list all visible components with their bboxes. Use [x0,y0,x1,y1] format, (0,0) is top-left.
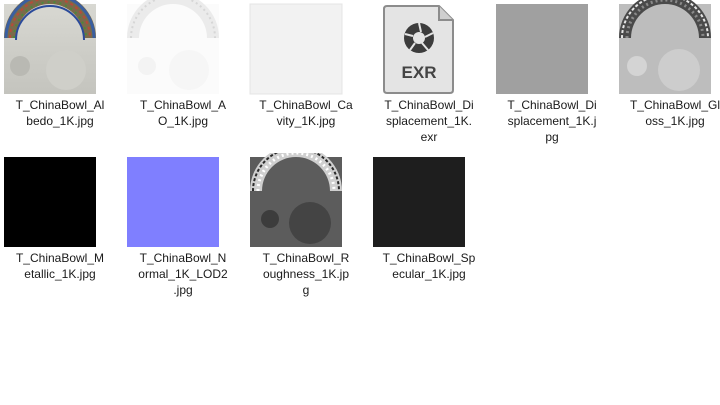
file-name: T_ChinaBowl_Di splacement_1K. exr [384,98,474,144]
file-name: T_ChinaBowl_N ormal_1K_LOD2 .jpg [138,251,228,297]
thumbnail-displacement [492,0,612,95]
thumbnail-albedo [0,0,120,95]
thumbnail-specular [369,153,489,248]
exr-file-icon: EXR [369,0,489,95]
thumbnail-normal [123,153,243,248]
thumbnail-metallic [0,153,120,248]
thumbnail-gloss [615,0,720,95]
thumbnail-roughness [246,153,366,248]
file-name: T_ChinaBowl_Sp ecular_1K.jpg [382,251,476,281]
file-name: T_ChinaBowl_Ca vity_1K.jpg [259,98,353,128]
exr-icon-label: EXR [402,63,437,82]
thumbnail-cavity [246,0,366,95]
file-explorer-pane: T_ChinaBowl_Al bedo_1K.jpg T_ChinaBowl_A… [0,0,720,405]
file-name: T_ChinaBowl_M etallic_1K.jpg [15,251,105,281]
file-name: T_ChinaBowl_Di splacement_1K.j pg [507,98,597,144]
file-name: T_ChinaBowl_Al bedo_1K.jpg [15,98,105,128]
file-name: T_ChinaBowl_R oughness_1K.jp g [262,251,350,297]
file-name: T_ChinaBowl_Gl oss_1K.jpg [629,98,720,128]
thumbnail-ao [123,0,243,95]
file-name: T_ChinaBowl_A O_1K.jpg [139,98,227,128]
